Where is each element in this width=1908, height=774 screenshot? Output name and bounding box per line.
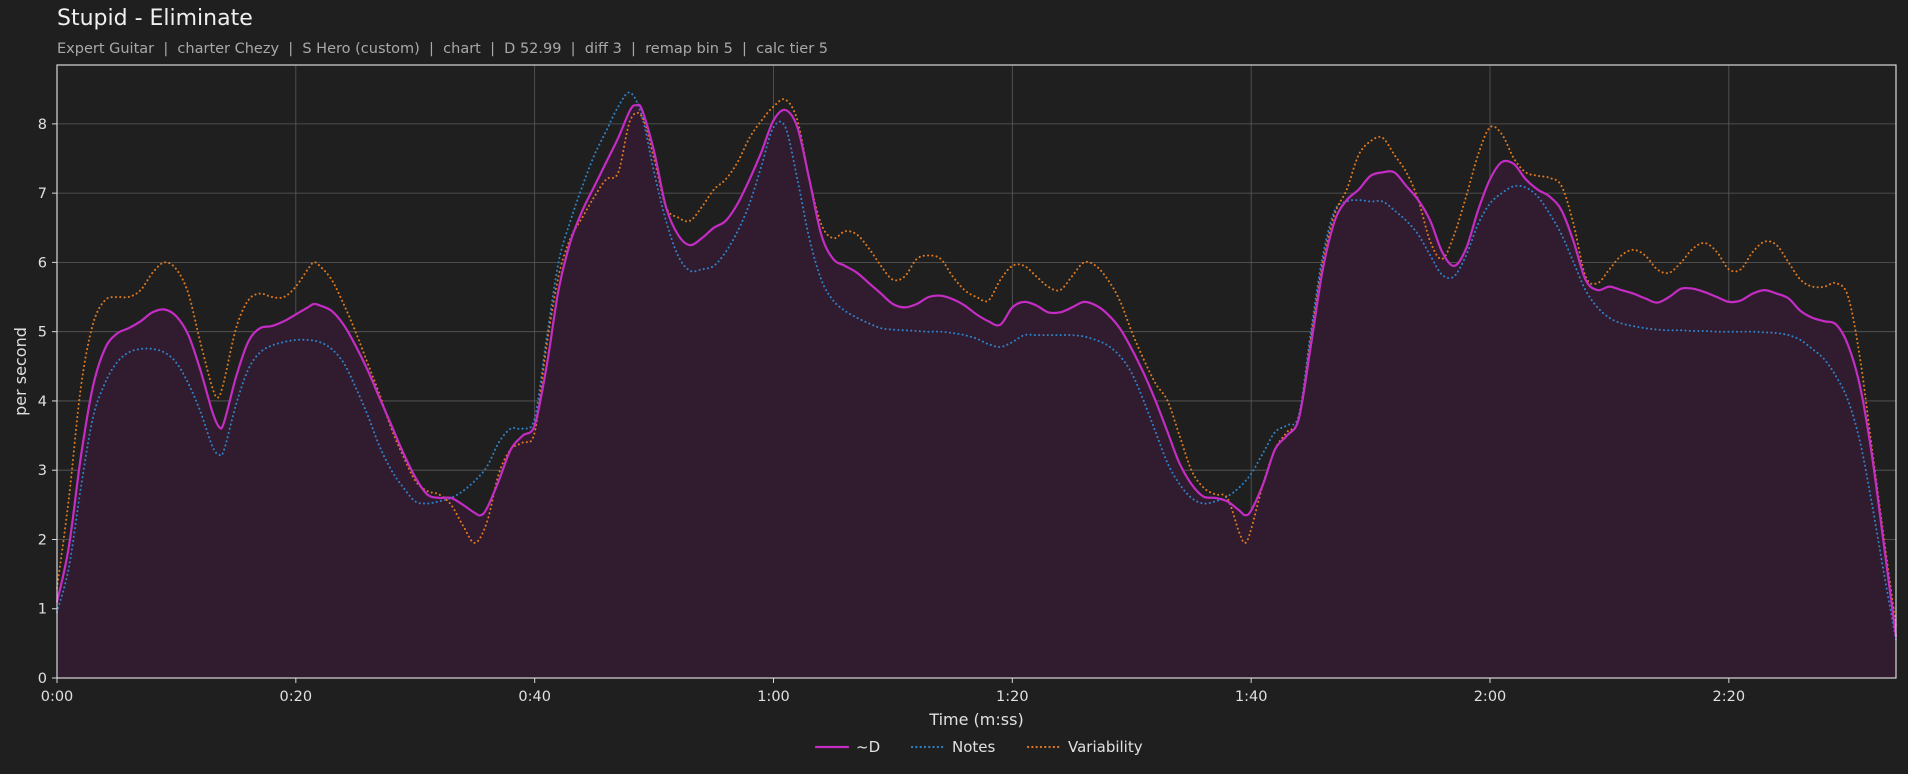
y-tick-label: 2	[38, 532, 47, 548]
legend: ~D Notes Variability	[814, 738, 1143, 756]
y-tick-label: 7	[38, 186, 47, 202]
line-chart: 0:00 0:20 0:40 1:00 1:20 1:40 2:00 2:20 0 1 2 3 4 5 6…	[11, 64, 1898, 756]
x-tick-label: 0:20	[280, 689, 313, 705]
area-fill	[57, 104, 1896, 678]
legend-label: Variability	[1068, 738, 1143, 756]
x-tick-label: 2:00	[1474, 689, 1507, 705]
series-fill-d	[57, 104, 1896, 678]
y-tick-label: 1	[38, 602, 47, 618]
y-tick-label: 3	[38, 463, 47, 479]
y-tick-label: 0	[38, 671, 47, 687]
x-tick-label: 1:20	[996, 689, 1029, 705]
x-tick-label: 0:00	[41, 689, 74, 705]
y-tick-label: 8	[38, 117, 47, 133]
x-tick-label: 1:40	[1235, 689, 1268, 705]
legend-label: Notes	[952, 738, 996, 756]
y-axis-label: per second	[11, 327, 30, 416]
x-tick-label: 1:00	[757, 689, 790, 705]
y-tick-label: 6	[38, 255, 47, 271]
y-tick-label: 4	[38, 394, 47, 410]
y-axis-ticks: 0 1 2 3 4 5 6 7 8	[38, 117, 57, 687]
legend-label: ~D	[856, 738, 880, 756]
x-tick-label: 2:20	[1713, 689, 1746, 705]
x-tick-label: 0:40	[518, 689, 551, 705]
x-axis-label: Time (m:ss)	[928, 710, 1023, 729]
x-axis-ticks: 0:00 0:20 0:40 1:00 1:20 1:40 2:00 2:20	[41, 678, 1745, 705]
y-tick-label: 5	[38, 325, 47, 341]
